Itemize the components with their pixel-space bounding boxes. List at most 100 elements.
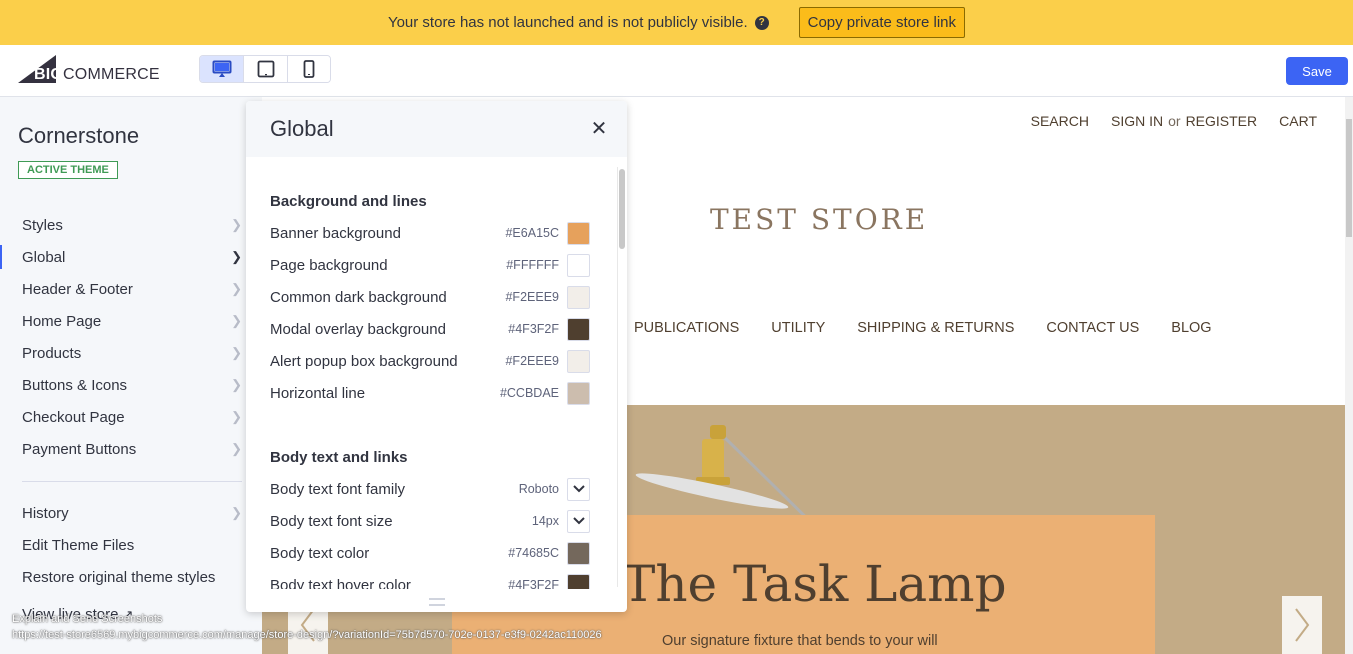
store-search-link[interactable]: SEARCH: [1031, 113, 1089, 129]
mobile-view-button[interactable]: [288, 56, 330, 82]
setting-value: #FFFFFF: [506, 258, 559, 272]
tablet-view-button[interactable]: [244, 56, 288, 82]
setting-label: Common dark background: [270, 288, 447, 306]
active-theme-badge: ACTIVE THEME: [18, 161, 118, 179]
chevron-right-icon: ❯: [231, 505, 242, 520]
sidebar-nav: Styles ❯ Global ❯ Header & Footer ❯ Home Pa…: [0, 209, 246, 465]
sidebar-item-label: Restore original theme styles: [22, 568, 216, 586]
device-preview-toggle: [199, 55, 331, 83]
color-swatch[interactable]: [567, 541, 590, 565]
color-swatch[interactable]: [567, 221, 590, 245]
setting-value: #4F3F2F: [508, 322, 559, 336]
chevron-right-icon: ❯: [231, 281, 242, 296]
panel-scroll-thumb[interactable]: [619, 169, 625, 249]
sidebar-item-styles[interactable]: Styles ❯: [0, 209, 246, 241]
sidebar-item-header-footer[interactable]: Header & Footer ❯: [0, 273, 246, 305]
preview-scrollbar[interactable]: [1345, 97, 1353, 654]
setting-value: #4F3F2F: [508, 578, 559, 589]
color-swatch[interactable]: [567, 253, 590, 277]
sidebar-item-payment-buttons[interactable]: Payment Buttons ❯: [0, 433, 246, 465]
chevron-right-icon: ❯: [231, 313, 242, 328]
tablet-icon: [257, 60, 274, 78]
question-circle-icon[interactable]: ?: [754, 15, 769, 30]
store-cart-link[interactable]: CART: [1279, 113, 1317, 129]
overlay-url: https://test-store6569.mybigcommerce.com…: [12, 629, 602, 641]
setting-value: #F2EEE9: [505, 354, 559, 368]
sidebar-item-buttons-icons[interactable]: Buttons & Icons ❯: [0, 369, 246, 401]
store-sign-in-link[interactable]: SIGN IN: [1111, 113, 1163, 129]
setting-row: Page background #FFFFFF: [270, 250, 590, 280]
sidebar-item-label: Payment Buttons: [22, 440, 137, 458]
hero-title: The Task Lamp: [622, 555, 1007, 613]
carousel-next-button[interactable]: [1282, 596, 1322, 654]
global-settings-panel: Global ✕ Background and lines Banner bac…: [246, 101, 627, 612]
sidebar-item-label: History: [22, 504, 69, 522]
sidebar-item-restore-styles[interactable]: Restore original theme styles: [0, 561, 246, 593]
setting-label: Body text color: [270, 544, 370, 562]
chevron-down-icon: [572, 485, 585, 493]
sidebar-item-home-page[interactable]: Home Page ❯: [0, 305, 246, 337]
store-register-link[interactable]: REGISTER: [1186, 113, 1258, 129]
setting-value: #74685C: [508, 546, 559, 560]
panel-body: Background and lines Banner background #…: [246, 157, 627, 589]
copy-private-store-link-button[interactable]: Copy private store link: [798, 7, 966, 38]
setting-label: Banner background: [270, 224, 401, 242]
sidebar-item-history[interactable]: History ❯: [0, 497, 246, 529]
chevron-right-icon: ❯: [231, 377, 242, 392]
setting-row: Body text font family Roboto: [270, 474, 590, 504]
sidebar-item-checkout-page[interactable]: Checkout Page ❯: [0, 401, 246, 433]
store-nav-item[interactable]: SHIPPING & RETURNS: [857, 320, 1014, 336]
sidebar-item-products[interactable]: Products ❯: [0, 337, 246, 369]
setting-value: #CCBDAE: [499, 386, 559, 400]
desktop-icon: [212, 60, 231, 77]
chevron-right-icon: [1295, 608, 1310, 642]
setting-label: Page background: [270, 256, 388, 274]
store-nav: PUBLICATIONS UTILITY SHIPPING & RETURNS …: [634, 320, 1212, 336]
or-text: or: [1168, 113, 1181, 129]
sidebar-item-edit-theme-files[interactable]: Edit Theme Files: [0, 529, 246, 561]
font-family-dropdown[interactable]: [567, 477, 590, 501]
color-swatch[interactable]: [567, 381, 590, 405]
color-swatch[interactable]: [567, 285, 590, 309]
chevron-right-icon: ❯: [231, 345, 242, 360]
color-swatch[interactable]: [567, 349, 590, 373]
store-nav-item[interactable]: CONTACT US: [1046, 320, 1139, 336]
desktop-view-button[interactable]: [200, 56, 244, 82]
hero-subtitle: Our signature fixture that bends to your…: [662, 633, 938, 649]
setting-row: Banner background #E6A15C: [270, 218, 590, 248]
logo-big: BIG: [34, 66, 64, 83]
sidebar-item-global[interactable]: Global ❯: [0, 241, 246, 273]
setting-label: Alert popup box background: [270, 352, 458, 370]
logo-commerce: COMMERCE: [63, 66, 160, 83]
sidebar-secondary-nav: History ❯ Edit Theme Files Restore origin…: [0, 497, 246, 593]
section-title: Body text and links: [270, 449, 408, 466]
store-nav-item[interactable]: PUBLICATIONS: [634, 320, 739, 336]
store-title[interactable]: TEST STORE: [710, 203, 928, 236]
setting-label: Body text hover color: [270, 576, 411, 590]
store-launch-banner: Your store has not launched and is not p…: [0, 0, 1353, 45]
panel-scrollbar[interactable]: [617, 167, 625, 587]
setting-value: Roboto: [518, 482, 559, 496]
store-nav-item[interactable]: BLOG: [1171, 320, 1211, 336]
setting-value: 14px: [531, 514, 559, 528]
color-swatch[interactable]: [567, 317, 590, 341]
bigcommerce-logo: BIGCOMMERCE: [18, 55, 160, 85]
chevron-right-icon: ❯: [231, 409, 242, 424]
sidebar-divider: [22, 481, 242, 482]
sidebar-item-label: Home Page: [22, 312, 102, 330]
setting-label: Horizontal line: [270, 384, 366, 402]
store-nav-item[interactable]: UTILITY: [771, 320, 825, 336]
color-swatch[interactable]: [567, 573, 590, 589]
sidebar-item-label: Edit Theme Files: [22, 536, 135, 554]
store-header-links: SEARCH SIGN IN or REGISTER CART: [1031, 113, 1317, 129]
save-button[interactable]: Save: [1286, 57, 1348, 85]
font-size-dropdown[interactable]: [567, 509, 590, 533]
chevron-right-icon: ❯: [231, 441, 242, 456]
section-title: Background and lines: [270, 193, 427, 210]
panel-resize-handle[interactable]: [429, 598, 445, 606]
close-icon[interactable]: ✕: [589, 117, 609, 139]
mobile-icon: [303, 60, 315, 78]
preview-scroll-thumb[interactable]: [1346, 119, 1352, 237]
chevron-right-icon: ❯: [231, 249, 242, 264]
sidebar-item-label: Global: [22, 248, 66, 266]
